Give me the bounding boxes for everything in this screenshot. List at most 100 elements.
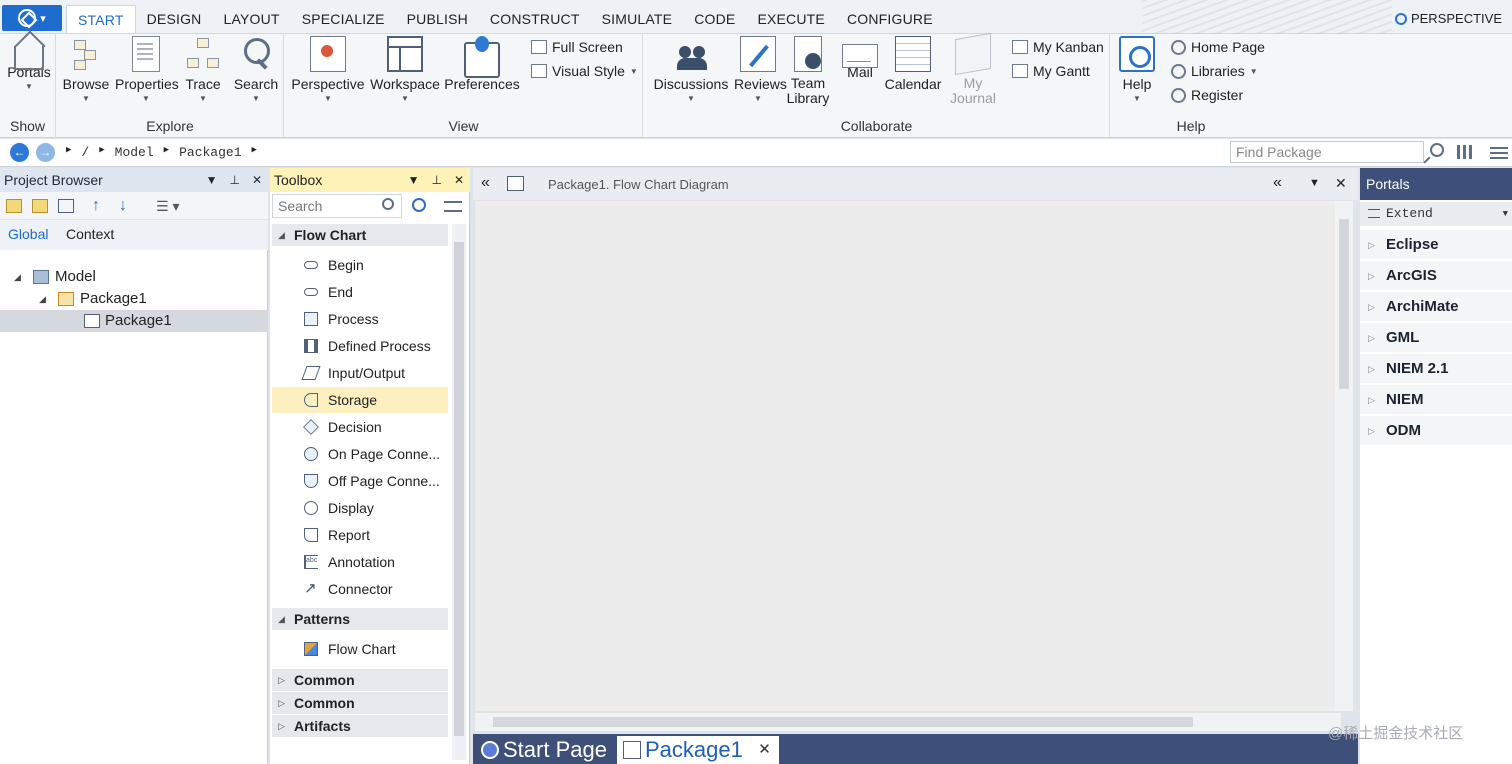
close-diagram-icon[interactable]: ✕ — [1335, 175, 1347, 192]
tab-layout[interactable]: LAYOUT — [213, 5, 291, 33]
canvas-vertical-scrollbar[interactable] — [1335, 201, 1353, 711]
tab-context[interactable]: Context — [66, 226, 114, 242]
diagram-canvas[interactable] — [475, 201, 1341, 711]
section-artifacts[interactable]: ▷ Artifacts — [272, 715, 448, 737]
tree-node-package1[interactable]: ◢ Package1 — [0, 288, 268, 310]
my-journal-button[interactable]: My Journal — [948, 32, 998, 106]
libraries-button[interactable]: Libraries ▼ — [1171, 60, 1258, 82]
section-common[interactable]: ▷ Common — [272, 669, 448, 691]
expand-icon[interactable]: ◢ — [14, 266, 21, 288]
folder-icon[interactable] — [32, 199, 48, 213]
scrollbar-thumb[interactable] — [1339, 219, 1349, 389]
tab-publish[interactable]: PUBLISH — [396, 5, 479, 33]
tab-start[interactable]: START — [66, 5, 136, 33]
close-icon[interactable]: ✕ — [252, 168, 262, 192]
portal-item-gml[interactable]: ▷ GML — [1360, 323, 1512, 353]
pin-icon[interactable]: ⊥ — [431, 168, 441, 192]
options-menu-icon[interactable]: ☰ ▾ — [156, 199, 186, 213]
browse-button[interactable]: Browse ▼ — [61, 36, 111, 103]
tab-package1[interactable]: Package1 ✕ — [617, 736, 779, 764]
pin-icon[interactable]: ⊥ — [229, 168, 239, 192]
tool-end[interactable]: End — [272, 279, 448, 305]
my-kanban-button[interactable]: My Kanban — [1012, 36, 1104, 58]
editor-dropdown-icon[interactable]: ▼ — [1309, 177, 1320, 189]
forward-arrow-icon[interactable]: → — [36, 143, 55, 162]
find-toolbox-icon[interactable] — [412, 198, 426, 212]
tab-code[interactable]: CODE — [683, 5, 746, 33]
portal-item-eclipse[interactable]: ▷ Eclipse — [1360, 230, 1512, 260]
perspective-ribbon-button[interactable]: Perspective ▼ — [289, 36, 367, 103]
perspective-button[interactable]: PERSPECTIVE — [1394, 11, 1502, 26]
register-button[interactable]: Register — [1171, 84, 1243, 106]
tool-on-page-connector[interactable]: On Page Conne... — [272, 441, 448, 467]
tool-process[interactable]: Process — [272, 306, 448, 332]
mail-button[interactable]: Mail — [838, 36, 882, 80]
scrollbar-thumb[interactable] — [454, 242, 464, 736]
tab-start-page[interactable]: Start Page — [475, 736, 615, 764]
breadcrumb-chevron-icon[interactable]: ▶ — [252, 145, 257, 160]
full-screen-button[interactable]: Full Screen — [531, 36, 623, 58]
reviews-button[interactable]: Reviews ▼ — [734, 36, 787, 103]
search-icon[interactable] — [382, 198, 394, 210]
search-button[interactable]: Search ▼ — [231, 36, 281, 103]
tab-execute[interactable]: EXECUTE — [746, 5, 836, 33]
tab-simulate[interactable]: SIMULATE — [591, 5, 684, 33]
expand-icon[interactable]: ◢ — [39, 288, 46, 310]
portal-item-niem[interactable]: ▷ NIEM — [1360, 385, 1512, 415]
tool-annotation[interactable]: abc Annotation — [272, 549, 448, 575]
visual-style-button[interactable]: Visual Style ▼ — [531, 60, 638, 82]
trace-button[interactable]: Trace ▼ — [181, 36, 225, 103]
breadcrumb-package1[interactable]: Package1 — [179, 145, 241, 160]
toolbox-menu-icon[interactable] — [444, 201, 462, 212]
canvas-horizontal-scrollbar[interactable] — [475, 713, 1341, 731]
home-page-button[interactable]: Home Page — [1171, 36, 1265, 58]
panel-dropdown-icon[interactable]: ▼ — [206, 168, 218, 192]
toolbox-scrollbar[interactable] — [452, 224, 466, 760]
section-patterns[interactable]: ◢ Patterns — [272, 608, 448, 630]
close-icon[interactable]: ✕ — [454, 168, 464, 192]
find-package-input[interactable]: Find Package — [1230, 141, 1424, 163]
tab-global[interactable]: Global — [8, 226, 48, 242]
extend-dropdown[interactable]: Extend ▼ — [1360, 202, 1512, 226]
diagram-icon[interactable] — [58, 199, 74, 213]
tool-connector[interactable]: ↗ Connector — [272, 576, 448, 602]
portal-item-arcgis[interactable]: ▷ ArcGIS — [1360, 261, 1512, 291]
tab-design[interactable]: DESIGN — [136, 5, 213, 33]
collapse-right-icon[interactable]: « — [1273, 174, 1282, 192]
my-gantt-button[interactable]: My Gantt — [1012, 60, 1090, 82]
properties-button[interactable]: Properties ▼ — [115, 36, 179, 103]
hamburger-menu-icon[interactable] — [1490, 147, 1508, 159]
help-button[interactable]: Help ▼ — [1117, 36, 1157, 103]
tool-begin[interactable]: Begin — [272, 252, 448, 278]
section-flow-chart[interactable]: ◢ Flow Chart — [272, 224, 448, 246]
tool-display[interactable]: Display — [272, 495, 448, 521]
portal-item-archimate[interactable]: ▷ ArchiMate — [1360, 292, 1512, 322]
tool-storage[interactable]: Storage — [272, 387, 448, 413]
tool-report[interactable]: Report — [272, 522, 448, 548]
portal-item-niem-2-1[interactable]: ▷ NIEM 2.1 — [1360, 354, 1512, 384]
close-tab-icon[interactable]: ✕ — [758, 736, 771, 764]
panel-dropdown-icon[interactable]: ▼ — [408, 168, 420, 192]
tab-configure[interactable]: CONFIGURE — [836, 5, 944, 33]
find-search-icon[interactable] — [1430, 143, 1444, 157]
breadcrumb-chevron-icon[interactable]: ▶ — [99, 145, 104, 160]
portal-item-odm[interactable]: ▷ ODM — [1360, 416, 1512, 446]
tool-pattern-flow-chart[interactable]: Flow Chart — [272, 636, 448, 662]
scrollbar-thumb[interactable] — [493, 717, 1193, 727]
breadcrumb-chevron-icon[interactable]: ▶ — [164, 145, 169, 160]
breadcrumb-root[interactable]: / — [81, 145, 89, 160]
tool-off-page-connector[interactable]: Off Page Conne... — [272, 468, 448, 494]
team-library-button[interactable]: Team Library — [786, 36, 830, 106]
tool-input-output[interactable]: Input/Output — [272, 360, 448, 386]
discussions-button[interactable]: Discussions ▼ — [648, 36, 734, 103]
grid-view-icon[interactable] — [1457, 145, 1475, 159]
preferences-button[interactable]: Preferences — [443, 36, 521, 92]
tool-defined-process[interactable]: Defined Process — [272, 333, 448, 359]
back-arrow-icon[interactable]: ← — [10, 143, 29, 162]
tab-construct[interactable]: CONSTRUCT — [479, 5, 591, 33]
collapse-left-icon[interactable]: « — [481, 174, 490, 192]
tab-specialize[interactable]: SPECIALIZE — [291, 5, 396, 33]
portals-button[interactable]: Portals ▼ — [4, 36, 54, 91]
breadcrumb-model[interactable]: Model — [115, 145, 154, 160]
calendar-button[interactable]: Calendar — [884, 36, 942, 92]
